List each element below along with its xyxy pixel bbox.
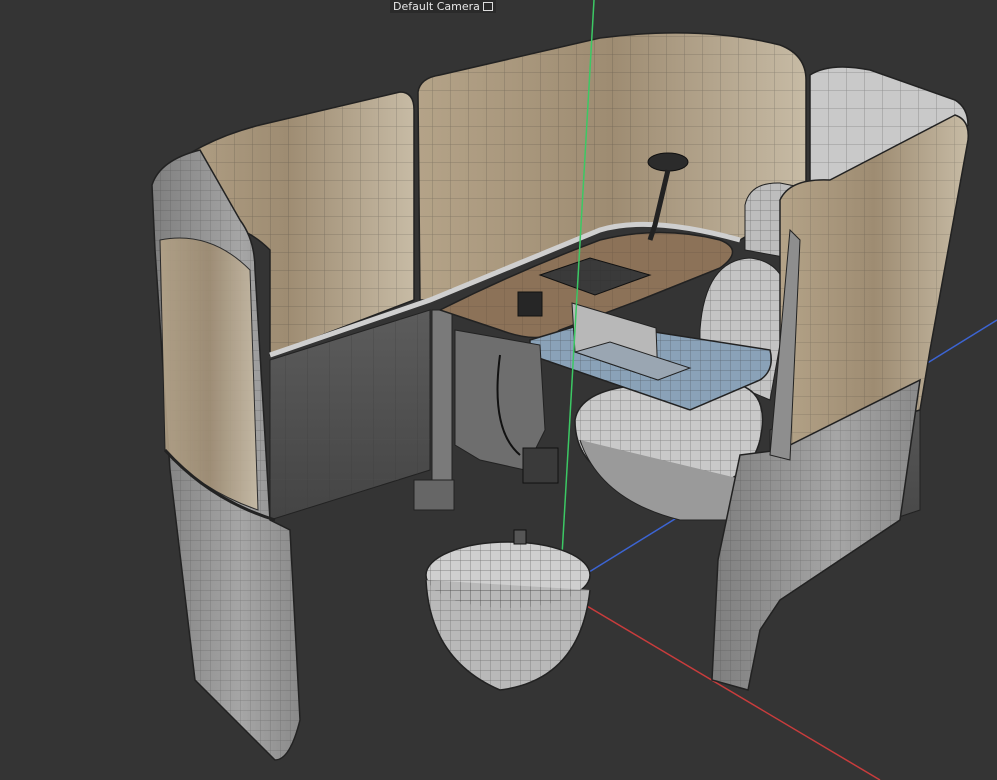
ottoman[interactable] [425, 529, 591, 691]
camera-name: Default Camera [393, 0, 480, 13]
phone-device[interactable] [517, 291, 543, 317]
camera-label[interactable]: Default Camera [390, 0, 496, 13]
scene-render[interactable] [0, 0, 997, 780]
camera-lock-icon[interactable] [482, 1, 493, 11]
3d-viewport[interactable]: Default Camera [0, 0, 997, 780]
